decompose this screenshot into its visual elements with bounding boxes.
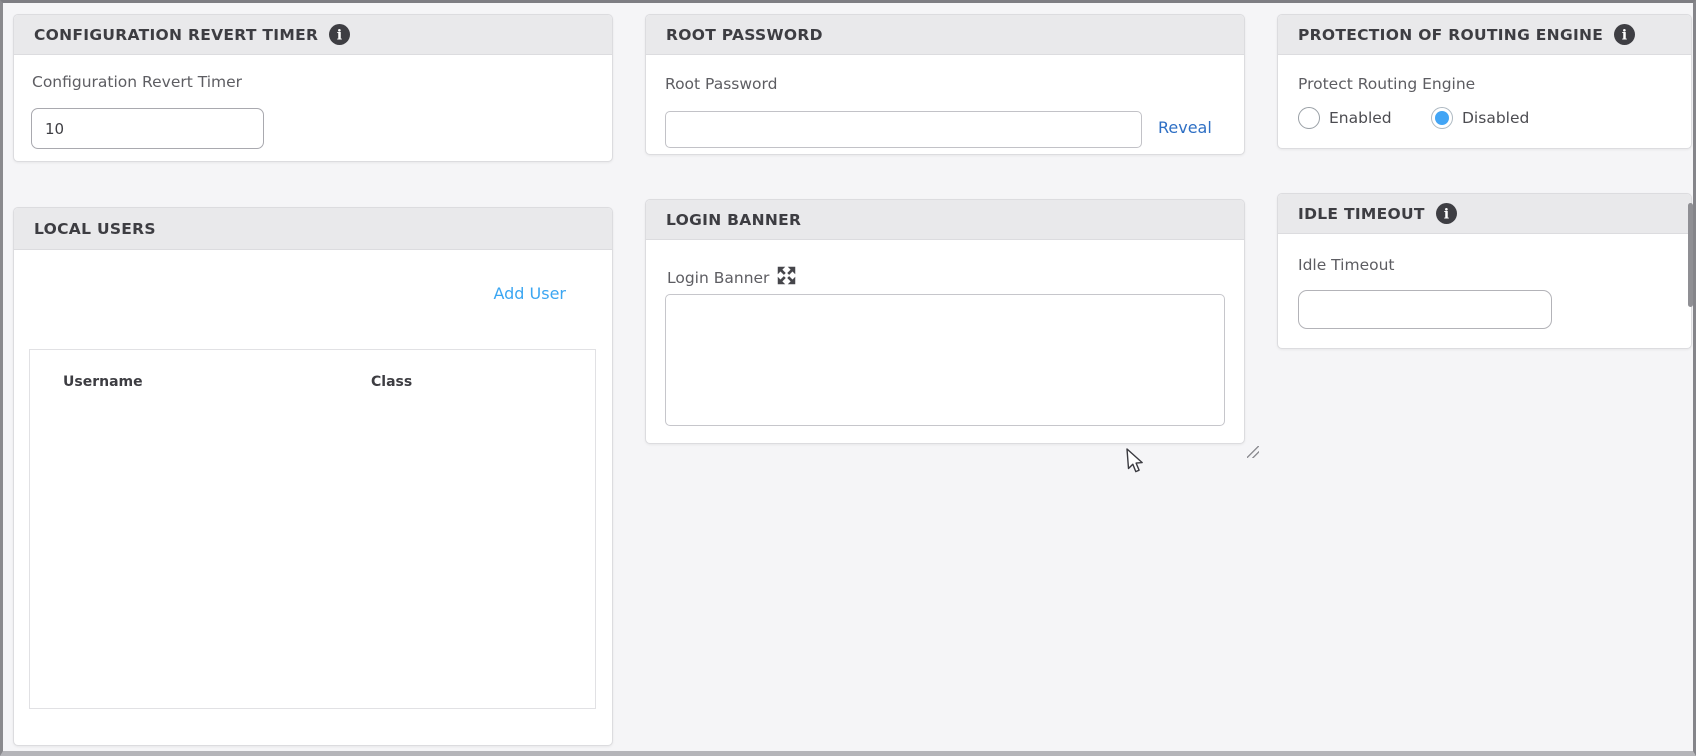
column-header-class: Class: [371, 374, 412, 390]
mouse-cursor-icon: [1125, 448, 1147, 478]
column-header-username: Username: [30, 374, 371, 390]
panel-idle-timeout: IDLE TIMEOUT i Idle Timeout: [1277, 193, 1692, 349]
panel-header: CONFIGURATION REVERT TIMER i: [14, 15, 612, 55]
info-circle-icon[interactable]: i: [329, 24, 350, 45]
radio-enabled[interactable]: Enabled: [1298, 107, 1392, 129]
panel-root-password: ROOT PASSWORD Root Password Reveal: [645, 14, 1245, 155]
panel-title: ROOT PASSWORD: [666, 26, 823, 44]
info-circle-icon[interactable]: i: [1436, 203, 1457, 224]
config-revert-timer-input[interactable]: [31, 108, 264, 149]
panel-title: CONFIGURATION REVERT TIMER: [34, 26, 318, 44]
add-user-button[interactable]: Add User: [493, 284, 566, 303]
panel-protection-routing-engine: PROTECTION OF ROUTING ENGINE i Protect R…: [1277, 14, 1692, 149]
login-banner-label: Login Banner: [667, 263, 799, 288]
root-password-label: Root Password: [665, 75, 777, 93]
panel-configuration-revert-timer: CONFIGURATION REVERT TIMER i Configurati…: [13, 14, 613, 162]
table-header-row: Username Class: [30, 350, 595, 390]
panel-header: LOGIN BANNER: [646, 200, 1244, 240]
login-banner-label-text: Login Banner: [667, 269, 769, 287]
local-users-table: Username Class: [29, 349, 596, 709]
panel-title: PROTECTION OF ROUTING ENGINE: [1298, 26, 1603, 44]
svg-text:i: i: [337, 28, 343, 44]
info-circle-icon[interactable]: i: [1614, 24, 1635, 45]
protect-routing-engine-label: Protect Routing Engine: [1298, 75, 1475, 93]
panel-header: IDLE TIMEOUT i: [1278, 194, 1691, 234]
radio-enabled-circle[interactable]: [1298, 107, 1320, 129]
vertical-scrollbar-thumb[interactable]: [1688, 203, 1693, 307]
idle-timeout-input[interactable]: [1298, 290, 1552, 329]
panel-local-users: LOCAL USERS Add User Username Class: [13, 207, 613, 746]
config-revert-timer-label: Configuration Revert Timer: [32, 73, 242, 91]
svg-text:i: i: [1444, 207, 1450, 223]
reveal-link[interactable]: Reveal: [1158, 118, 1212, 137]
panel-title: IDLE TIMEOUT: [1298, 205, 1425, 223]
radio-disabled-label: Disabled: [1462, 109, 1529, 127]
panel-header: LOCAL USERS: [14, 208, 612, 250]
svg-text:i: i: [1622, 28, 1628, 44]
idle-timeout-label: Idle Timeout: [1298, 256, 1395, 274]
panel-title: LOGIN BANNER: [666, 211, 801, 229]
textarea-resize-grip[interactable]: [1247, 446, 1259, 458]
panel-title: LOCAL USERS: [34, 220, 156, 238]
panel-login-banner: LOGIN BANNER Login Banner: [645, 199, 1245, 444]
expand-arrows-icon[interactable]: [774, 263, 799, 288]
panel-header: PROTECTION OF ROUTING ENGINE i: [1278, 15, 1691, 55]
radio-disabled[interactable]: Disabled: [1431, 107, 1529, 129]
radio-disabled-circle[interactable]: [1431, 107, 1453, 129]
radio-enabled-label: Enabled: [1329, 109, 1392, 127]
panel-header: ROOT PASSWORD: [646, 15, 1244, 55]
root-password-input[interactable]: [665, 111, 1142, 148]
setup-security-page: CONFIGURATION REVERT TIMER i Configurati…: [0, 0, 1696, 756]
login-banner-textarea[interactable]: [665, 294, 1225, 426]
